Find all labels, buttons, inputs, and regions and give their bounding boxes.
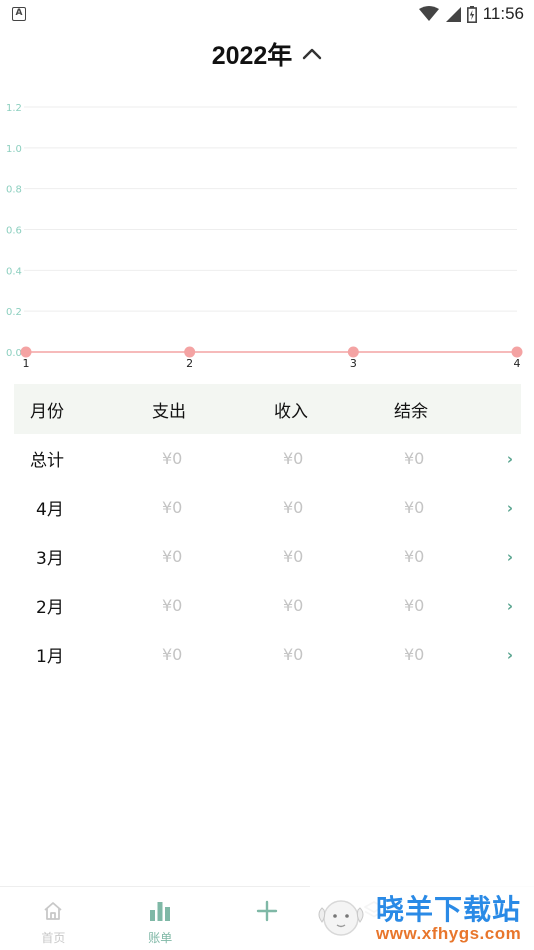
row-income: ¥0 — [283, 596, 304, 615]
row-expense: ¥0 — [162, 449, 183, 468]
bar-chart-icon — [150, 902, 171, 921]
x-tick-label: 2 — [186, 357, 193, 370]
status-bar: A 11:56 — [0, 0, 534, 30]
row-expense: ¥0 — [162, 547, 183, 566]
row-income: ¥0 — [283, 547, 304, 566]
data-point — [20, 346, 32, 358]
watermark-title: 晓羊下载站 — [376, 893, 522, 926]
row-month: 2月 — [36, 598, 64, 618]
y-tick-label: 0.6 — [6, 226, 22, 237]
row-month: 3月 — [36, 549, 64, 569]
header-expense: 支出 — [152, 401, 186, 422]
year-title: 2022年 — [211, 42, 293, 70]
y-tick-label: 0.8 — [6, 185, 22, 196]
chevron-right-icon[interactable]: › — [501, 548, 521, 566]
notification-a-icon: A — [12, 7, 26, 21]
annual-line-chart: 0.0 0.2 0.4 0.6 0.8 1.0 1.2 1 2 3 4 — [0, 92, 534, 374]
plus-icon — [256, 900, 278, 922]
nav-label-bills: 账单 — [148, 931, 173, 945]
x-tick-label: 4 — [514, 357, 521, 370]
row-income: ¥0 — [283, 498, 304, 517]
y-tick-label: 0.2 — [6, 307, 22, 318]
chevron-up-icon[interactable] — [302, 46, 322, 60]
table-row-february[interactable]: 2月 ¥0 ¥0 ¥0 › — [14, 581, 521, 630]
nav-item-bills[interactable]: 账单 — [107, 887, 214, 950]
table-row-january[interactable]: 1月 ¥0 ¥0 ¥0 › — [14, 630, 521, 679]
chevron-right-icon[interactable]: › — [501, 646, 521, 664]
row-income: ¥0 — [283, 645, 304, 664]
chevron-right-icon[interactable]: › — [501, 450, 521, 468]
status-right: 11:56 — [418, 3, 524, 25]
row-balance: ¥0 — [404, 547, 425, 566]
row-expense: ¥0 — [162, 596, 183, 615]
nav-item-add[interactable] — [214, 887, 321, 950]
x-tick-label: 3 — [350, 357, 357, 370]
data-point — [184, 346, 196, 358]
row-balance: ¥0 — [404, 498, 425, 517]
status-time: 11:56 — [482, 4, 524, 23]
data-point — [347, 346, 359, 358]
nav-label-home: 首页 — [41, 931, 66, 945]
table-header: 月份 支出 收入 结余 — [14, 384, 521, 434]
header-balance: 结余 — [394, 401, 428, 422]
row-month: 4月 — [36, 500, 64, 520]
table-row-march[interactable]: 3月 ¥0 ¥0 ¥0 › — [14, 532, 521, 581]
y-tick-label: 0.0 — [6, 348, 22, 359]
data-point — [511, 346, 523, 358]
site-watermark: 晓羊下载站 www.xfhygs.com — [310, 884, 534, 950]
nav-item-home[interactable]: 首页 — [0, 887, 107, 950]
row-balance: ¥0 — [404, 645, 425, 664]
header-month: 月份 — [30, 401, 64, 422]
signal-icon — [445, 7, 461, 22]
home-icon — [44, 902, 62, 920]
row-month: 总计 — [30, 451, 64, 471]
chart-svg: 0.0 0.2 0.4 0.6 0.8 1.0 1.2 1 2 3 4 — [6, 103, 523, 370]
row-expense: ¥0 — [162, 498, 183, 517]
header-income: 收入 — [274, 401, 308, 422]
y-tick-label: 1.2 — [6, 103, 22, 114]
monthly-summary-table: 月份 支出 收入 结余 总计 ¥0 ¥0 ¥0 › 4月 ¥0 ¥0 ¥0 › … — [14, 384, 521, 679]
row-expense: ¥0 — [162, 645, 183, 664]
chevron-right-icon[interactable]: › — [501, 597, 521, 615]
battery-icon — [466, 5, 477, 23]
watermark-url: www.xfhygs.com — [376, 924, 522, 943]
table-row-april[interactable]: 4月 ¥0 ¥0 ¥0 › — [14, 483, 521, 532]
y-tick-label: 1.0 — [6, 144, 22, 155]
year-selector[interactable]: 2022年 — [0, 36, 534, 72]
x-tick-label: 1 — [23, 357, 30, 370]
row-balance: ¥0 — [404, 449, 425, 468]
row-month: 1月 — [36, 647, 64, 667]
row-balance: ¥0 — [404, 596, 425, 615]
wifi-icon — [418, 6, 439, 21]
table-row-total[interactable]: 总计 ¥0 ¥0 ¥0 › — [14, 434, 521, 483]
chevron-right-icon[interactable]: › — [501, 499, 521, 517]
row-income: ¥0 — [283, 449, 304, 468]
y-tick-label: 0.4 — [6, 266, 22, 277]
sheep-logo-icon — [318, 900, 364, 936]
